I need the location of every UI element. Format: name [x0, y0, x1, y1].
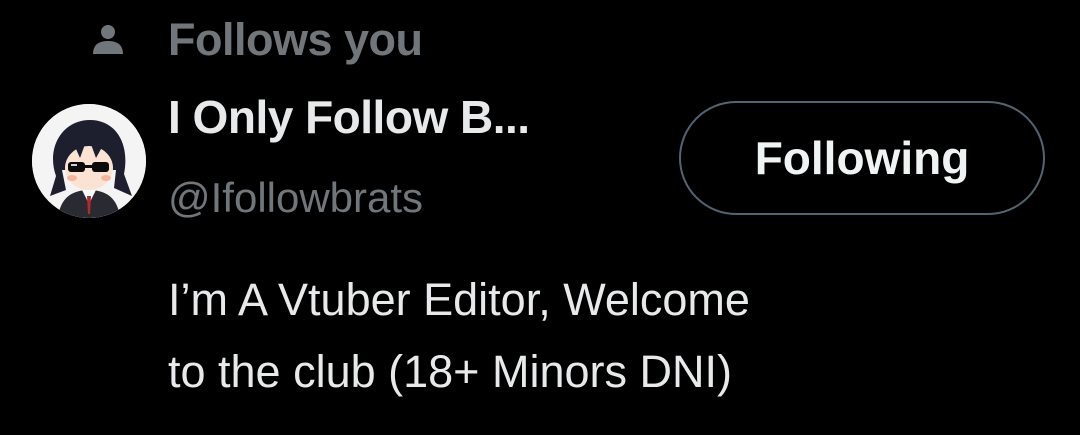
bio-line-2: to the club (18+ Minors DNI) [168, 346, 732, 397]
avatar[interactable] [32, 104, 146, 218]
follows-you-indicator: Follows you [88, 12, 423, 68]
user-handle[interactable]: @Ifollowbrats [168, 174, 423, 222]
display-name[interactable]: I Only Follow B... [168, 90, 530, 144]
person-icon [88, 20, 128, 60]
user-bio: I’m A Vtuber Editor, Welcome to the club… [168, 264, 1048, 408]
bio-line-1: I’m A Vtuber Editor, Welcome [168, 274, 750, 325]
follows-you-label: Follows you [168, 14, 423, 65]
following-button[interactable]: Following [679, 101, 1045, 215]
